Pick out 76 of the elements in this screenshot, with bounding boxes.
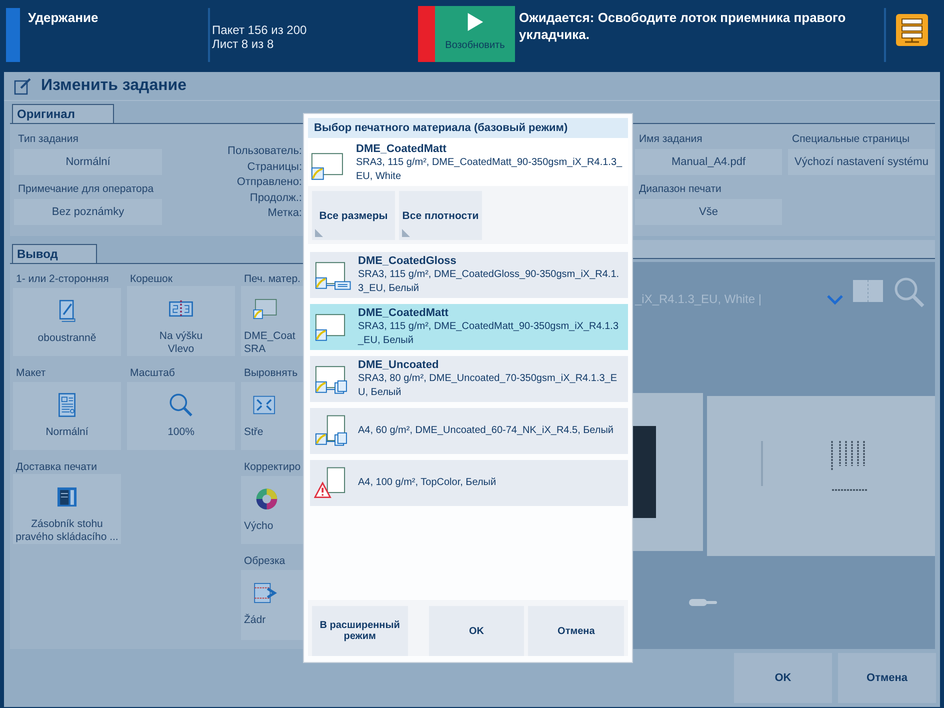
setting-tile[interactable]: oboustranně (13, 288, 121, 356)
advanced-mode-button[interactable]: В расширенный режим (312, 606, 408, 656)
section-tab[interactable]: Оригинал (12, 104, 114, 123)
setting-label: Корешок (129, 272, 174, 286)
ok-button[interactable]: OK (428, 606, 524, 656)
cancel-button[interactable]: Отмена (528, 606, 624, 656)
field-label: Имя задания (638, 132, 704, 147)
media-item[interactable]: DME_Uncoated SRA3, 80 g/m², DME_Uncoated_70-350gsm_iX_R4.1.3_EU, Белый (310, 356, 628, 402)
field-value[interactable]: Normální (14, 149, 162, 175)
media-item[interactable]: A4, 60 g/m², DME_Uncoated_60-74_NK_iX_R4.5, Белый (310, 408, 628, 454)
search-icon[interactable] (893, 276, 925, 308)
cancel-button[interactable]: Отмена (838, 653, 936, 703)
media-description: A4, 100 g/m², TopColor, Белый (358, 476, 498, 490)
chevron-down-icon[interactable] (827, 295, 843, 305)
field-value[interactable]: Bez poznámky (14, 199, 162, 225)
media-item[interactable]: DME_CoatedGloss SRA3, 115 g/m², DME_CoatedGloss_90-350gsm_iX_R4.1.3_EU, Белый (310, 252, 628, 298)
setting-label: Масштаб (129, 366, 176, 381)
slider-handle[interactable] (689, 599, 707, 606)
filter-button[interactable]: Все размеры (312, 191, 395, 240)
field-value[interactable]: Manual_A4.pdf (635, 149, 782, 175)
setting-label: Обрезка (243, 554, 286, 569)
setting-tile[interactable]: Zásobník stohu pravého skládacího ... (13, 474, 121, 544)
dialog-title: Выбор печатного материала (базовый режим) (308, 118, 628, 138)
setting-label: Доставка печати (15, 460, 98, 474)
media-description: SRA3, 115 g/m², DME_CoatedGloss_90-350gsm_iX_R4.1.3_EU, Белый (358, 268, 620, 296)
setting-tile[interactable]: DME_Coat SRA (241, 286, 305, 356)
setting-label: Печ. матер. (243, 272, 302, 286)
zoom-setting-icon (168, 392, 194, 418)
media-description: SRA3, 115 g/m², DME_CoatedMatt_90-350gsm_iX_R4.1.3_EU, Белый (358, 320, 620, 348)
setting-tile[interactable]: Na výšku Vlevo (127, 286, 235, 356)
media-name: DME_Uncoated (358, 358, 440, 372)
play-icon (466, 12, 484, 32)
ok-button[interactable]: OK (734, 653, 832, 703)
media-name: DME_CoatedMatt (358, 306, 450, 320)
media-name: DME_CoatedGloss (358, 254, 458, 268)
edit-icon (14, 77, 32, 95)
media-description: SRA3, 115 g/m², DME_CoatedMatt_90-350gsm_iX_R4.1.3_EU, White (356, 156, 624, 184)
resume-button[interactable]: Возобновить (435, 6, 515, 62)
info-label: Страницы: (247, 160, 302, 174)
field-label: Специальные страницы (791, 132, 910, 147)
field-label: Примечание для оператора (17, 182, 155, 197)
field-label: Тип задания (17, 132, 80, 147)
stop-indicator (418, 6, 435, 62)
batch-counter: Пакет 156 из 200 (212, 23, 308, 37)
media-description: A4, 60 g/m², DME_Uncoated_60-74_NK_iX_R4.5, Белый (358, 424, 615, 438)
section-tab[interactable]: Вывод (12, 244, 97, 263)
setting-label: Макет (15, 366, 47, 381)
info-label: Отправлено: (236, 175, 302, 190)
setting-label: 1- или 2-сторонняя (15, 272, 110, 287)
book-icon[interactable] (853, 280, 883, 302)
field-value[interactable]: Výchozí nastavení systému (788, 149, 935, 175)
setting-tile[interactable]: 100% (127, 382, 235, 450)
field-value[interactable]: Vše (635, 199, 782, 225)
field-label: Диапазон печати (638, 182, 722, 197)
media-item[interactable]: DME_CoatedMatt SRA3, 115 g/m², DME_CoatedMatt_90-350gsm_iX_R4.1.3_EU, Белый (310, 304, 628, 350)
setting-tile[interactable]: Žádr (241, 570, 305, 640)
sheet-counter: Лист 8 из 8 (212, 37, 275, 51)
info-label: Пользователь: (228, 144, 302, 159)
info-label: Метка: (268, 206, 302, 221)
media-item[interactable]: A4, 100 g/m², TopColor, Белый (310, 460, 628, 506)
status-indicator (6, 8, 20, 62)
media-setting-icon (252, 296, 278, 322)
filter-button[interactable]: Все плотности (399, 191, 482, 240)
setting-label: Корректиро (243, 460, 302, 475)
window-title: Изменить задание (41, 77, 186, 95)
trim-setting-icon (252, 580, 278, 606)
server-icon[interactable] (896, 14, 928, 46)
setting-tile[interactable]: Výcho (241, 476, 305, 544)
setting-tile[interactable]: Stře (241, 382, 305, 450)
info-label: Продолж.: (250, 190, 302, 206)
media-description: SRA3, 80 g/m², DME_Uncoated_70-350gsm_iX_R4.1.3_EU, Белый (358, 372, 618, 400)
setting-label: Выровнять (243, 366, 299, 381)
setting-tile[interactable]: Normální (13, 382, 121, 450)
media-name: DME_CoatedMatt (356, 142, 448, 156)
job-state: Удержание (27, 9, 100, 25)
status-message: Ожидается: Освободите лоток приемника правого укладчика. (518, 9, 847, 43)
